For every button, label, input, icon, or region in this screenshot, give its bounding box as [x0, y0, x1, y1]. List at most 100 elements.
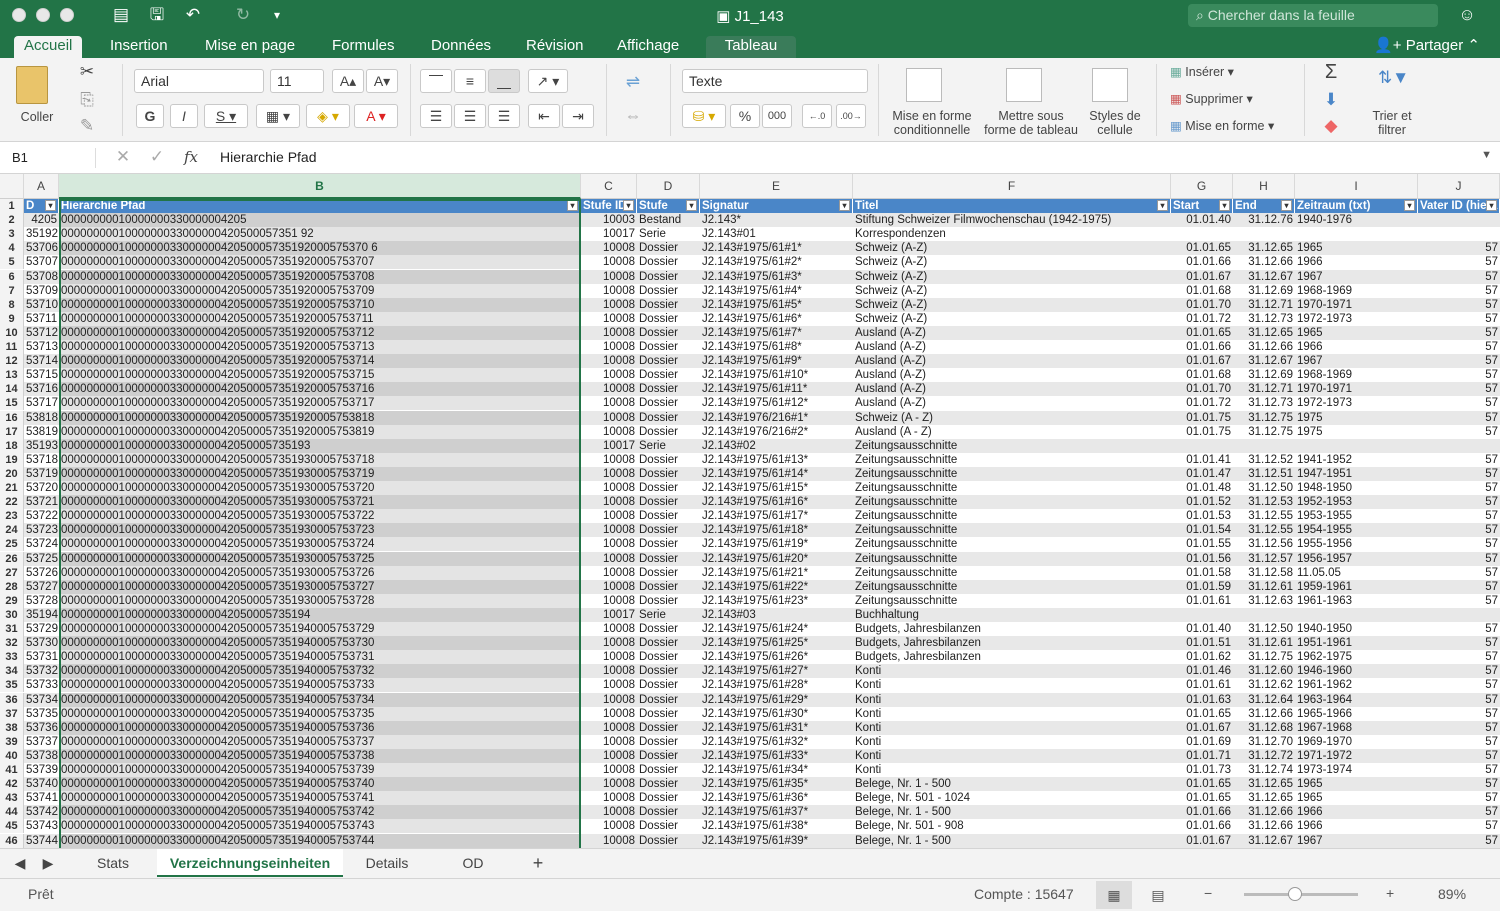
table-cell[interactable]: 0000000001000000033000000420500057351930…	[59, 452, 581, 467]
table-cell[interactable]: 1951-1961	[1295, 636, 1418, 651]
table-cell[interactable]: 57	[1418, 579, 1500, 594]
table-cell[interactable]: J2.143#1975/61#9*	[700, 354, 853, 369]
table-cell[interactable]: 0000000001000000033000000420500057351940…	[59, 734, 581, 749]
table-cell[interactable]: 31.12.61	[1233, 579, 1295, 594]
table-cell[interactable]	[1233, 438, 1295, 453]
row-number[interactable]: 10	[0, 325, 24, 340]
select-all-corner[interactable]	[0, 174, 24, 199]
table-cell[interactable]: 4205	[24, 213, 59, 228]
table-cell[interactable]: J2.143#1975/61#6*	[700, 311, 853, 326]
table-cell[interactable]: J2.143#1975/61#22*	[700, 579, 853, 594]
row-number[interactable]: 32	[0, 636, 24, 651]
row-number[interactable]: 8	[0, 297, 24, 312]
tab-revision[interactable]: Révision	[516, 36, 594, 58]
table-cell[interactable]: J2.143#1975/61#39*	[700, 833, 853, 848]
table-cell[interactable]: 53717	[24, 396, 59, 411]
table-cell[interactable]: 57	[1418, 410, 1500, 425]
table-cell[interactable]: 57	[1418, 833, 1500, 848]
table-cell[interactable]: Ausland (A - Z)	[853, 424, 1171, 439]
column-header-h[interactable]: H	[1233, 174, 1295, 199]
table-cell[interactable]: Dossier	[637, 325, 700, 340]
table-cell[interactable]: 1965	[1295, 791, 1418, 806]
table-cell[interactable]: 1963-1964	[1295, 692, 1418, 707]
align-center-icon[interactable]: ☰	[454, 104, 486, 128]
table-header-cell[interactable]: Zeitraum (txt) ▾	[1295, 199, 1418, 214]
table-cell[interactable]: J2.143#1975/61#28*	[700, 678, 853, 693]
tab-insertion[interactable]: Insertion	[100, 36, 178, 58]
table-cell[interactable]: 01.01.61	[1171, 593, 1233, 608]
table-cell[interactable]: J2.143#1975/61#8*	[700, 340, 853, 355]
table-cell[interactable]: 35193	[24, 438, 59, 453]
table-cell[interactable]: 31.12.74	[1233, 763, 1295, 778]
row-number[interactable]: 31	[0, 622, 24, 637]
table-cell[interactable]: 53740	[24, 777, 59, 792]
table-cell[interactable]: Dossier	[637, 833, 700, 848]
table-cell[interactable]: Serie	[637, 227, 700, 242]
row-number[interactable]: 15	[0, 396, 24, 411]
table-cell[interactable]: 10008	[581, 424, 637, 439]
table-cell[interactable]: 10008	[581, 636, 637, 651]
table-cell[interactable]: J2.143*	[700, 213, 853, 228]
table-cell[interactable]: 53724	[24, 537, 59, 552]
table-header-cell[interactable]: Hierarchie Pfad ▾	[59, 199, 581, 214]
format-as-table-icon[interactable]	[1006, 68, 1042, 102]
table-cell[interactable]: 01.01.68	[1171, 283, 1233, 298]
table-cell[interactable]: 53744	[24, 833, 59, 848]
table-cell[interactable]: Schweiz (A-Z)	[853, 241, 1171, 256]
tab-donnees[interactable]: Données	[421, 36, 501, 58]
autosum-icon[interactable]: Σ	[1320, 62, 1342, 82]
table-cell[interactable]: 01.01.46	[1171, 664, 1233, 679]
table-cell[interactable]: Schweiz (A-Z)	[853, 283, 1171, 298]
row-number[interactable]: 21	[0, 481, 24, 496]
table-cell[interactable]: 57	[1418, 791, 1500, 806]
table-cell[interactable]: 1956-1957	[1295, 551, 1418, 566]
table-cell[interactable]: J2.143#1975/61#31*	[700, 720, 853, 735]
table-cell[interactable]: Belege, Nr. 1 - 500	[853, 805, 1171, 820]
row-number[interactable]: 23	[0, 509, 24, 524]
table-cell[interactable]: Dossier	[637, 523, 700, 538]
table-cell[interactable]: J2.143#01	[700, 227, 853, 242]
row-number[interactable]: 45	[0, 819, 24, 834]
table-cell[interactable]: 57	[1418, 650, 1500, 665]
table-cell[interactable]: 0000000001000000033000000420500057351940…	[59, 720, 581, 735]
table-cell[interactable]: 53725	[24, 551, 59, 566]
table-cell[interactable]: 0000000001000000033000000420500057351930…	[59, 466, 581, 481]
font-name-select[interactable]: Arial	[134, 69, 264, 93]
table-cell[interactable]: 31.12.65	[1233, 325, 1295, 340]
table-cell[interactable]: 1965	[1295, 325, 1418, 340]
table-cell[interactable]: Dossier	[637, 452, 700, 467]
table-cell[interactable]: 1972-1973	[1295, 396, 1418, 411]
align-top-icon[interactable]: ⎺	[420, 69, 452, 93]
table-cell[interactable]: 0000000001000000033000000420500057351940…	[59, 833, 581, 848]
table-cell[interactable]: Budgets, Jahresbilanzen	[853, 636, 1171, 651]
table-cell[interactable]: 57	[1418, 481, 1500, 496]
table-cell[interactable]: J2.143#1975/61#21*	[700, 565, 853, 580]
row-number[interactable]: 39	[0, 734, 24, 749]
table-cell[interactable]: Belege, Nr. 1 - 500	[853, 777, 1171, 792]
table-cell[interactable]: 31.12.73	[1233, 311, 1295, 326]
table-cell[interactable]: 0000000001000000033000000420500057351920…	[59, 255, 581, 270]
table-cell[interactable]	[1233, 227, 1295, 242]
table-cell[interactable]: Konti	[853, 678, 1171, 693]
table-cell[interactable]: 0000000001000000033000000420500057351930…	[59, 579, 581, 594]
filter-dropdown-icon[interactable]: ▾	[1404, 200, 1415, 211]
table-cell[interactable]: Ausland (A-Z)	[853, 325, 1171, 340]
table-cell[interactable]: 53819	[24, 424, 59, 439]
filter-dropdown-icon[interactable]: ▾	[567, 200, 578, 211]
table-cell[interactable]: J2.143#1975/61#26*	[700, 650, 853, 665]
table-header-cell[interactable]: Titel ▾	[853, 199, 1171, 214]
table-cell[interactable]: 10008	[581, 283, 637, 298]
table-cell[interactable]: 0000000001000000033000000420500057351920…	[59, 382, 581, 397]
table-cell[interactable]: 57	[1418, 325, 1500, 340]
table-cell[interactable]: 31.12.64	[1233, 692, 1295, 707]
table-cell[interactable]: 31.12.66	[1233, 340, 1295, 355]
table-cell[interactable]: 0000000001000000033000000420500057351940…	[59, 650, 581, 665]
row-number[interactable]: 5	[0, 255, 24, 270]
table-cell[interactable]: 10008	[581, 495, 637, 510]
table-cell[interactable]: 10008	[581, 311, 637, 326]
table-cell[interactable]: 57	[1418, 311, 1500, 326]
column-header-d[interactable]: D	[637, 174, 700, 199]
table-cell[interactable]: 1967	[1295, 269, 1418, 284]
table-cell[interactable]: 53734	[24, 692, 59, 707]
table-cell[interactable]: 01.01.65	[1171, 325, 1233, 340]
